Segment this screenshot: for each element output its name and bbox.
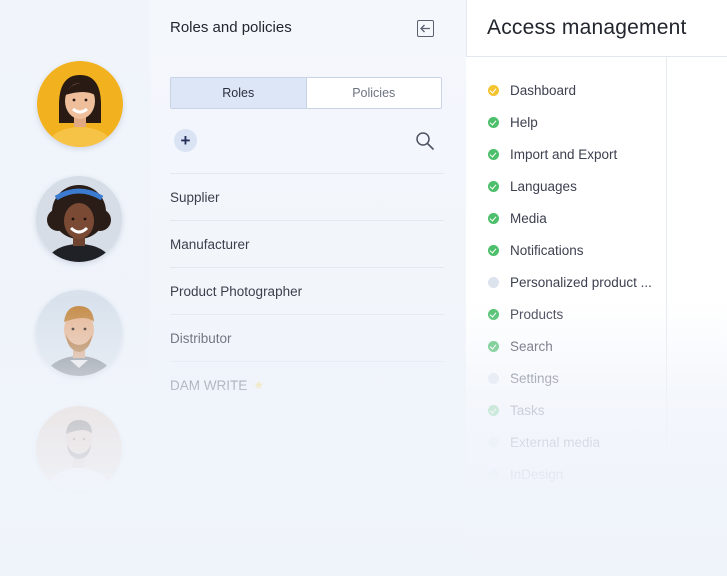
permission-item[interactable]: Import and Export bbox=[488, 138, 652, 170]
permission-label: Notifications bbox=[510, 242, 584, 258]
check-circle-icon bbox=[488, 148, 499, 160]
role-item-label: Product Photographer bbox=[170, 283, 303, 299]
avatar[interactable] bbox=[36, 406, 122, 492]
permission-item[interactable]: Personalized product ... bbox=[488, 266, 652, 298]
avatar[interactable] bbox=[36, 176, 122, 262]
permission-item[interactable]: InDesign bbox=[488, 458, 652, 490]
role-item-label: Distributor bbox=[170, 330, 232, 346]
status-dot-icon bbox=[488, 372, 499, 384]
permission-label: Help bbox=[510, 114, 538, 130]
check-circle-icon bbox=[488, 212, 499, 224]
check-circle-icon bbox=[488, 340, 499, 352]
permission-label: Dashboard bbox=[510, 82, 577, 98]
permission-label: Languages bbox=[510, 178, 577, 194]
role-item-supplier[interactable]: Supplier bbox=[170, 173, 444, 220]
permission-item[interactable]: Languages bbox=[488, 170, 652, 202]
avatar-man-white-shirt-icon bbox=[36, 406, 122, 492]
permission-label: Media bbox=[510, 210, 547, 226]
avatar[interactable] bbox=[37, 61, 123, 147]
permission-item[interactable]: Products bbox=[488, 298, 652, 330]
tab-roles[interactable]: Roles bbox=[171, 78, 306, 108]
permission-item[interactable]: Tasks bbox=[488, 394, 652, 426]
page-title: Access management bbox=[487, 16, 687, 39]
permission-item[interactable]: External media bbox=[488, 426, 652, 458]
permission-item[interactable]: Help bbox=[488, 106, 652, 138]
permission-label: Settings bbox=[510, 370, 559, 386]
status-dot-icon bbox=[488, 276, 499, 288]
avatar[interactable] bbox=[36, 290, 122, 376]
permission-label: Personalized product ... bbox=[510, 274, 652, 290]
search-button[interactable] bbox=[415, 131, 435, 151]
arrow-left-icon bbox=[420, 24, 430, 33]
check-circle-icon bbox=[488, 308, 499, 320]
role-item-product-photographer[interactable]: Product Photographer bbox=[170, 267, 444, 314]
add-role-button[interactable]: + bbox=[174, 129, 197, 152]
permission-item[interactable]: Media bbox=[488, 202, 652, 234]
star-icon: ★ bbox=[253, 378, 265, 392]
avatar-woman-curly-icon bbox=[36, 176, 122, 262]
permission-item[interactable]: Settings bbox=[488, 362, 652, 394]
access-header: Access management bbox=[466, 0, 727, 57]
permission-label: Search bbox=[510, 338, 553, 354]
role-item-manufacturer[interactable]: Manufacturer bbox=[170, 220, 444, 267]
permission-label: Tasks bbox=[510, 402, 545, 418]
permission-label: InDesign bbox=[510, 466, 564, 482]
avatar-woman-yellow-icon bbox=[37, 61, 123, 147]
roles-panel: Roles and policies Roles Policies + Supp… bbox=[150, 0, 466, 576]
role-item-label: DAM WRITE bbox=[170, 377, 248, 393]
tab-policies[interactable]: Policies bbox=[305, 78, 441, 108]
check-circle-icon bbox=[488, 180, 499, 192]
role-item-label: Manufacturer bbox=[170, 236, 250, 252]
roles-policies-switch: Roles Policies bbox=[170, 77, 442, 109]
check-circle-icon bbox=[488, 404, 499, 416]
status-dot-icon bbox=[488, 436, 499, 448]
access-management-panel: Access management Dashboard Help Import an… bbox=[466, 0, 727, 576]
role-item-dam-write[interactable]: DAM WRITE ★ bbox=[170, 361, 444, 408]
permission-item[interactable]: Search bbox=[488, 330, 652, 362]
permission-label: Products bbox=[510, 306, 564, 322]
roles-panel-title: Roles and policies bbox=[170, 19, 292, 36]
role-item-label: Supplier bbox=[170, 189, 220, 205]
check-circle-icon bbox=[488, 84, 499, 96]
permission-column: Dashboard Help Import and Export Languages M… bbox=[466, 57, 667, 482]
status-dot-icon bbox=[488, 468, 499, 480]
permission-label: Import and Export bbox=[510, 146, 618, 162]
collapse-panel-button[interactable] bbox=[417, 20, 434, 37]
check-circle-icon bbox=[488, 244, 499, 256]
permission-item[interactable]: Notifications bbox=[488, 234, 652, 266]
role-item-distributor[interactable]: Distributor bbox=[170, 314, 444, 361]
permission-label: External media bbox=[510, 434, 601, 450]
permission-item[interactable]: Dashboard bbox=[488, 74, 652, 106]
role-list: Supplier Manufacturer Product Photograph… bbox=[170, 173, 444, 408]
permission-list: Dashboard Help Import and Export Languages M… bbox=[488, 74, 652, 490]
avatar-column bbox=[0, 0, 160, 576]
check-circle-icon bbox=[488, 116, 499, 128]
search-icon bbox=[416, 132, 434, 150]
avatar-man-beard-icon bbox=[36, 290, 122, 376]
